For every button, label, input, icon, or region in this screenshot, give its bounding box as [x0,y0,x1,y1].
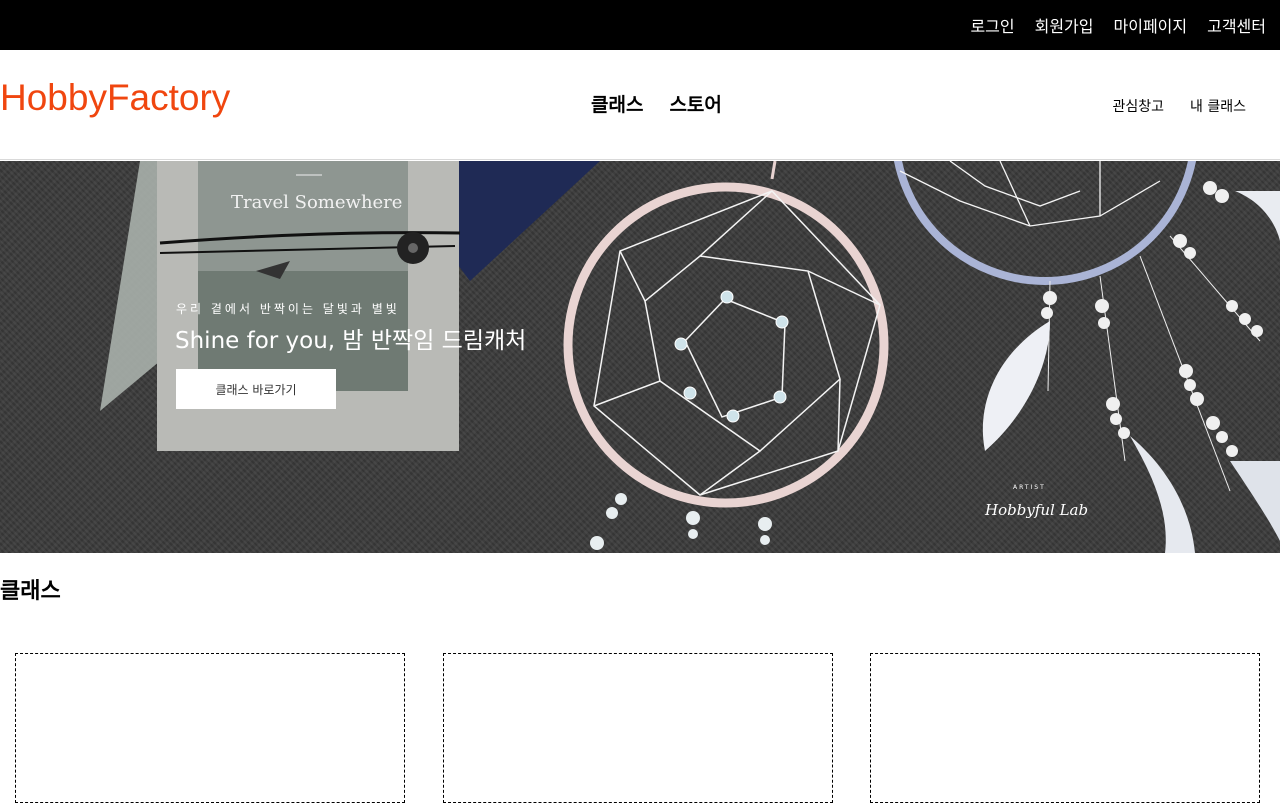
signup-link[interactable]: 회원가입 [1035,13,1094,37]
login-link[interactable]: 로그인 [970,13,1014,37]
section-title: 클래스 [0,579,61,604]
book-title-text: Travel Somewhere [231,192,402,213]
top-utility-bar: 로그인 회원가입 마이페이지 고객센터 [0,0,1280,50]
hero-subtitle: 우리 곁에서 반짝이는 달빛과 별빛 [176,302,400,316]
artist-label: ARTIST [1013,484,1046,491]
go-to-class-button[interactable]: 클래스 바로가기 [176,369,336,409]
nav-store[interactable]: 스토어 [669,90,721,117]
mypage-link[interactable]: 마이페이지 [1114,13,1188,37]
hero-artwork: Travel Somewhere [100,161,1280,553]
user-nav: 관심창고 내 클래스 [1112,96,1246,116]
hero-banner[interactable]: Travel Somewhere ARTIST Hobbyful Lab 우리 … [0,161,1280,553]
main-nav: 클래스 스토어 [591,90,722,117]
site-header: HobbyFactory 클래스 스토어 관심창고 내 클래스 [0,50,1280,160]
class-card[interactable] [15,653,405,803]
artist-signature: Hobbyful Lab [985,501,1089,519]
class-card[interactable] [870,653,1260,803]
nav-wishlist[interactable]: 관심창고 [1112,96,1164,116]
site-logo[interactable]: HobbyFactory [0,77,230,119]
hero-title: Shine for you, 밤 반짝임 드림캐처 [175,328,527,354]
class-card[interactable] [443,653,833,803]
nav-my-class[interactable]: 내 클래스 [1190,96,1246,116]
utility-links: 로그인 회원가입 마이페이지 고객센터 [970,0,1266,50]
nav-class[interactable]: 클래스 [591,90,643,117]
customer-center-link[interactable]: 고객센터 [1207,13,1266,37]
